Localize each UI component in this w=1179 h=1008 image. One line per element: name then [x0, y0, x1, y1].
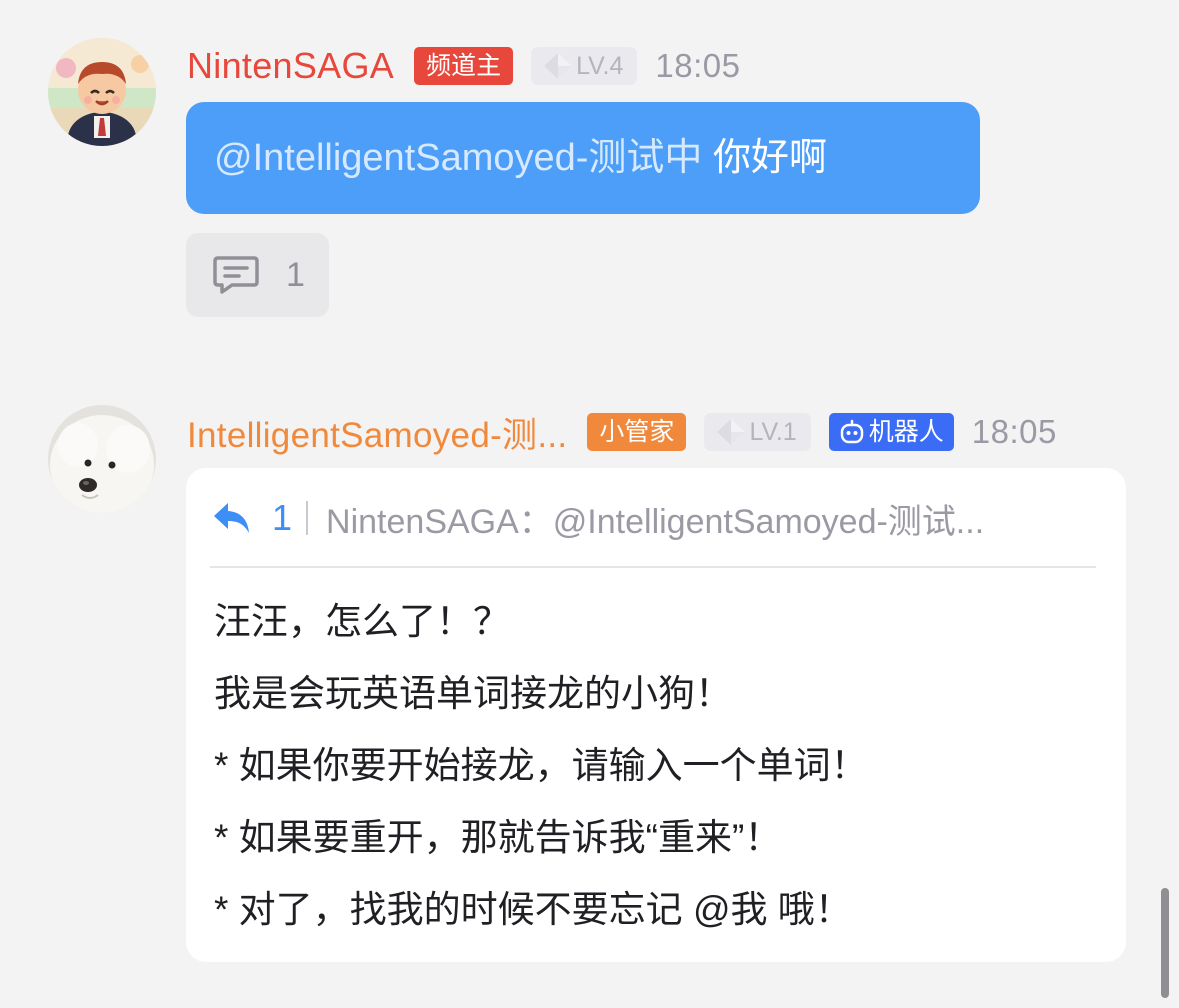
message-line: 汪汪，怎么了！？ — [214, 601, 510, 642]
quote-count: 1 — [272, 497, 293, 538]
level-badge: LV.1 — [704, 413, 811, 451]
message-bubble[interactable]: @IntelligentSamoyed-测试中 你好啊 — [186, 102, 980, 214]
quoted-reply[interactable]: 1 NintenSAGA：@IntelligentSamoyed-测试... — [212, 496, 1102, 540]
message-line: * 对了，找我的时候不要忘记 @我 哦！ — [214, 889, 852, 930]
divider — [210, 566, 1096, 568]
level-text: LV.4 — [576, 52, 624, 80]
message-header: NintenSAGA 频道主 LV.4 18:05 — [187, 45, 741, 87]
message-body: 汪汪，怎么了！？ 我是会玩英语单词接龙的小狗！ * 如果你要开始接龙，请输入一个… — [214, 586, 1104, 946]
timestamp: 18:05 — [655, 47, 741, 84]
message-header: IntelligentSamoyed-测... 小管家 LV.1 机器人 18:… — [187, 412, 1057, 455]
username[interactable]: NintenSAGA — [187, 45, 394, 87]
level-diamond-icon — [544, 53, 573, 79]
scrollbar[interactable] — [1161, 888, 1169, 998]
comment-icon — [213, 256, 259, 294]
mention-link[interactable]: @IntelligentSamoyed-测试中 — [214, 137, 702, 179]
robot-icon — [840, 419, 863, 444]
avatar-intelligentsamoyed[interactable] — [48, 405, 156, 513]
comment-count: 1 — [286, 255, 305, 294]
quote-divider — [306, 501, 309, 535]
level-text: LV.1 — [749, 418, 797, 446]
level-badge: LV.4 — [531, 47, 638, 85]
bot-tag-label: 机器人 — [868, 418, 944, 446]
channel-owner-badge: 频道主 — [414, 47, 514, 85]
message-text: 你好啊 — [702, 137, 827, 179]
timestamp: 18:05 — [971, 413, 1057, 450]
avatar-nintensaga[interactable] — [48, 38, 156, 146]
bot-badge: 机器人 — [828, 413, 954, 451]
quoted-text: NintenSAGA：@IntelligentSamoyed-测试... — [326, 502, 985, 541]
level-diamond-icon — [717, 419, 746, 445]
message-line: 我是会玩英语单词接龙的小狗！ — [214, 673, 732, 714]
butler-badge: 小管家 — [587, 413, 687, 451]
username[interactable]: IntelligentSamoyed-测... — [187, 407, 567, 458]
message-line: * 如果要重开，那就告诉我“重来”！ — [214, 817, 782, 858]
message-line: * 如果你要开始接龙，请输入一个单词！ — [214, 745, 868, 786]
comment-count-button[interactable]: 1 — [186, 233, 329, 317]
reply-arrow-icon — [214, 503, 249, 533]
message-card[interactable]: 1 NintenSAGA：@IntelligentSamoyed-测试... 汪… — [186, 468, 1126, 962]
